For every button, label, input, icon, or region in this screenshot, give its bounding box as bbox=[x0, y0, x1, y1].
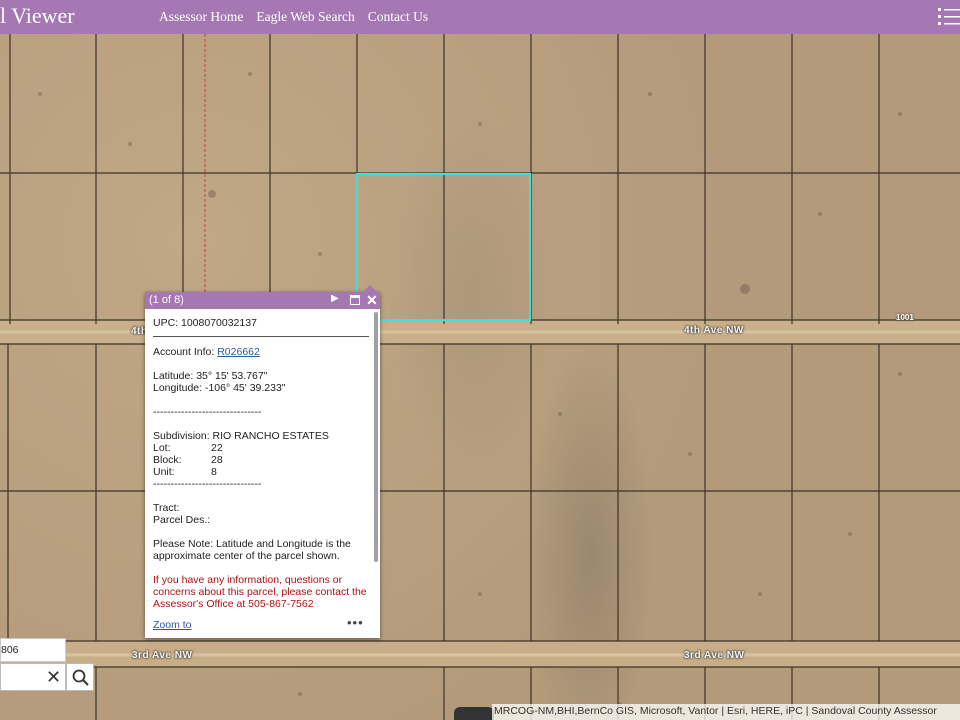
longitude-value: Longitude: -106° 45' 39.233" bbox=[153, 382, 286, 394]
nav-assessor-home[interactable]: Assessor Home bbox=[159, 9, 243, 25]
unit-row: Unit: 8 bbox=[153, 466, 372, 478]
lot-value: 22 bbox=[211, 442, 223, 454]
popup-footer: Zoom to ••• bbox=[145, 615, 380, 638]
top-nav: Assessor Home Eagle Web Search Contact U… bbox=[159, 9, 428, 25]
unit-value: 8 bbox=[211, 466, 217, 478]
popup-pointer bbox=[363, 285, 377, 292]
parcel-popup: (1 of 8) ▶ ✕ UPC: 1008070032137 Account … bbox=[145, 285, 380, 638]
search-widget: ✕ bbox=[0, 663, 94, 691]
road-label-3rd-ave-nw-right: 3rd Ave NW bbox=[684, 650, 745, 661]
attribution-toggle[interactable] bbox=[454, 707, 494, 720]
nav-eagle-web-search[interactable]: Eagle Web Search bbox=[256, 9, 354, 25]
parcel-grid bbox=[0, 34, 960, 720]
search-button[interactable] bbox=[66, 663, 94, 691]
layer-list-icon[interactable] bbox=[936, 6, 960, 28]
block-row: Block: 28 bbox=[153, 454, 372, 466]
upc-value: UPC: 1008070032137 bbox=[153, 317, 369, 337]
account-info-label: Account Info: bbox=[153, 346, 218, 358]
block-label: Block: bbox=[153, 454, 182, 466]
search-input[interactable] bbox=[0, 663, 42, 691]
selected-parcel-outline[interactable] bbox=[356, 173, 531, 321]
popup-content: UPC: 1008070032137 Account Info: R026662… bbox=[145, 309, 380, 609]
contact-notice: If you have any information, questions o… bbox=[153, 574, 367, 609]
subdivision-value: Subdivision: RIO RANCHO ESTATES bbox=[153, 430, 329, 442]
search-suggestion[interactable]: 806 bbox=[0, 638, 66, 662]
map-attribution: MRCOG-NM,BHI,BernCo GIS, Microsoft, Vant… bbox=[492, 704, 960, 720]
next-feature-icon[interactable]: ▶ bbox=[331, 293, 339, 304]
search-icon bbox=[72, 669, 89, 686]
latitude-value: Latitude: 35° 15' 53.767" bbox=[153, 370, 268, 382]
separator-line: ------------------------------- bbox=[153, 406, 262, 418]
account-info: Account Info: R026662 bbox=[153, 346, 372, 358]
popup-feature-count: (1 of 8) bbox=[149, 294, 184, 306]
popup-scrollbar[interactable] bbox=[374, 312, 378, 562]
nav-contact-us[interactable]: Contact Us bbox=[368, 9, 428, 25]
lat-long-note: Please Note: Latitude and Longitude is t… bbox=[153, 538, 351, 562]
popup-header: (1 of 8) ▶ ✕ bbox=[145, 292, 380, 309]
tract-label: Tract: bbox=[153, 502, 180, 514]
parcel-number-label: 1001 bbox=[896, 313, 914, 322]
clear-search-icon[interactable]: ✕ bbox=[42, 663, 66, 691]
maximize-icon[interactable] bbox=[350, 295, 360, 305]
separator-line-2: ------------------------------- bbox=[153, 478, 262, 490]
more-actions-icon[interactable]: ••• bbox=[347, 615, 364, 630]
road-label-3rd-ave-nw-left: 3rd Ave NW bbox=[132, 650, 193, 661]
close-icon[interactable]: ✕ bbox=[366, 292, 378, 309]
lot-row: Lot: 22 bbox=[153, 442, 372, 454]
app-header: l Viewer Assessor Home Eagle Web Search … bbox=[0, 0, 960, 34]
app-title: l Viewer bbox=[0, 3, 75, 28]
road-label-4th-ave-nw: 4th Ave NW bbox=[684, 325, 744, 336]
block-value: 28 bbox=[211, 454, 223, 466]
account-link[interactable]: R026662 bbox=[217, 346, 260, 358]
unit-label: Unit: bbox=[153, 466, 175, 478]
lot-label: Lot: bbox=[153, 442, 171, 454]
map-view[interactable]: 4th 4th Ave NW 3rd Ave NW 3rd Ave NW 100… bbox=[0, 34, 960, 720]
parcel-des-label: Parcel Des.: bbox=[153, 514, 211, 526]
zoom-to-link[interactable]: Zoom to bbox=[153, 619, 192, 631]
